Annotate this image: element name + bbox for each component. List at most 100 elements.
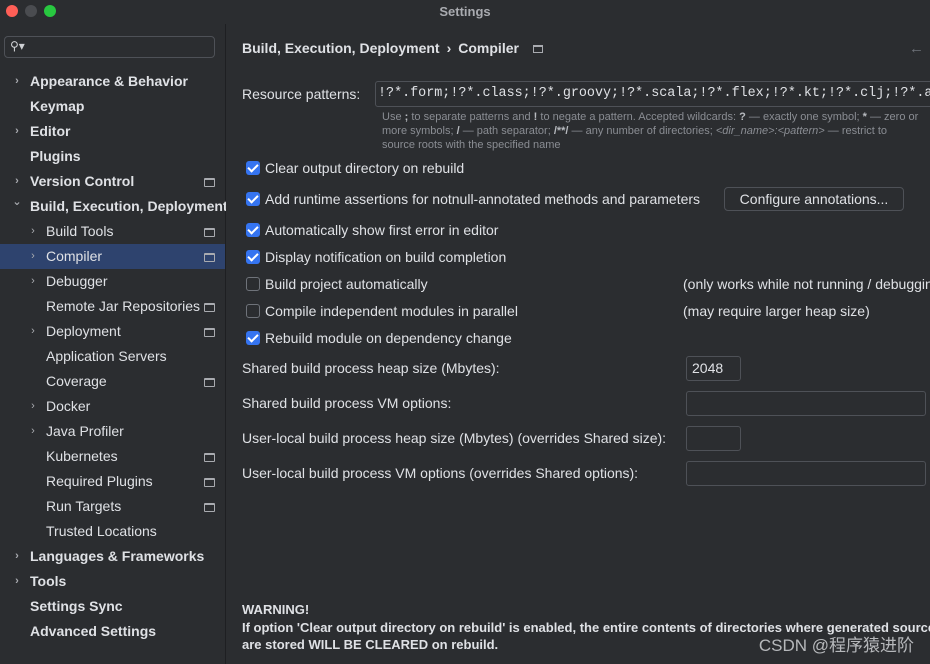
sidebar-item-label: Appearance & Behavior	[30, 73, 188, 89]
sidebar-item-build-tools[interactable]: › Build Tools	[0, 219, 225, 244]
clear-output-checkbox[interactable]	[246, 161, 260, 175]
sidebar-item-java-profiler[interactable]: › Java Profiler	[0, 419, 225, 444]
build-automatically-checkbox[interactable]	[246, 277, 260, 291]
sidebar-item-remote-jar-repositories[interactable]: Remote Jar Repositories	[0, 294, 225, 319]
sidebar-item-required-plugins[interactable]: Required Plugins	[0, 469, 225, 494]
resource-patterns-hint: Use ; to separate patterns and ! to nega…	[382, 111, 919, 151]
sidebar-item-compiler[interactable]: › Compiler	[0, 244, 225, 269]
build-automatically-note: (only works while not running / debuggin…	[683, 276, 930, 292]
chevron-right-icon[interactable]: ›	[27, 319, 39, 344]
project-scope-icon	[204, 378, 215, 387]
sidebar-item-languages-frameworks[interactable]: › Languages & Frameworks	[0, 544, 225, 569]
sidebar-item-run-targets[interactable]: Run Targets	[0, 494, 225, 519]
sidebar-item-label: Version Control	[30, 173, 135, 189]
sidebar-item-label: Docker	[46, 398, 91, 414]
sidebar-item-label: Build, Execution, Deployment	[30, 198, 228, 214]
sidebar-item-docker[interactable]: › Docker	[0, 394, 225, 419]
sidebar-item-label: Kubernetes	[46, 448, 118, 464]
project-scope-icon	[204, 328, 215, 337]
build-automatically-label[interactable]: Build project automatically	[265, 276, 428, 292]
sidebar-item-coverage[interactable]: Coverage	[0, 369, 225, 394]
breadcrumb-current: Compiler	[458, 40, 519, 56]
sidebar-item-editor[interactable]: › Editor	[0, 119, 225, 144]
chevron-right-icon[interactable]: ›	[11, 69, 23, 94]
title-bar: Settings	[0, 0, 930, 24]
compile-parallel-checkbox[interactable]	[246, 304, 260, 318]
sidebar-item-debugger[interactable]: › Debugger	[0, 269, 225, 294]
warning-title: WARNING!	[242, 602, 310, 617]
sidebar-item-appearance-behavior[interactable]: › Appearance & Behavior	[0, 69, 225, 94]
display-notification-checkbox[interactable]	[246, 250, 260, 264]
compile-parallel-label[interactable]: Compile independent modules in parallel	[265, 303, 518, 319]
runtime-assertions-label[interactable]: Add runtime assertions for notnull-annot…	[265, 191, 700, 207]
sidebar-item-label: Required Plugins	[46, 473, 153, 489]
chevron-right-icon[interactable]: ›	[27, 394, 39, 419]
window-title: Settings	[439, 4, 491, 19]
configure-annotations-button[interactable]: Configure annotations...	[724, 187, 904, 211]
settings-search[interactable]: ⚲▾	[4, 36, 215, 58]
runtime-assertions-checkbox[interactable]	[246, 192, 260, 206]
clear-output-label[interactable]: Clear output directory on rebuild	[265, 160, 464, 176]
sidebar-item-deployment[interactable]: › Deployment	[0, 319, 225, 344]
sidebar-item-trusted-locations[interactable]: Trusted Locations	[0, 519, 225, 544]
chevron-right-icon[interactable]: ›	[27, 269, 39, 294]
chevron-right-icon[interactable]: ›	[27, 419, 39, 444]
show-first-error-label[interactable]: Automatically show first error in editor	[265, 222, 498, 238]
sidebar-item-build-execution-deployment[interactable]: ⌄ Build, Execution, Deployment	[0, 194, 228, 219]
resource-patterns-value: !?*.form;!?*.class;!?*.groovy;!?*.scala;…	[378, 86, 930, 101]
project-scope-icon	[204, 478, 215, 487]
sidebar-item-label: Remote Jar Repositories	[46, 298, 201, 314]
chevron-right-icon[interactable]: ›	[11, 119, 23, 144]
sidebar-item-keymap[interactable]: Keymap	[0, 94, 225, 119]
resource-patterns-label: Resource patterns:	[242, 86, 361, 102]
chevron-right-icon[interactable]: ›	[11, 569, 23, 594]
sidebar-item-label: Tools	[30, 573, 67, 589]
sidebar-item-label: Languages & Frameworks	[30, 548, 205, 564]
local-vm-label: User-local build process VM options (ove…	[242, 465, 639, 481]
chevron-right-icon[interactable]: ›	[27, 244, 39, 269]
resource-patterns-input[interactable]: !?*.form;!?*.class;!?*.groovy;!?*.scala;…	[375, 81, 930, 107]
rebuild-module-label[interactable]: Rebuild module on dependency change	[265, 330, 512, 346]
project-scope-icon	[204, 453, 215, 462]
local-vm-input[interactable]	[686, 461, 926, 486]
sidebar-item-label: Deployment	[46, 323, 121, 339]
chevron-down-icon[interactable]: ⌄	[11, 190, 23, 215]
chevron-right-icon[interactable]: ›	[11, 544, 23, 569]
watermark: CSDN @程序猿进阶	[758, 636, 914, 655]
breadcrumb-separator: ›	[446, 40, 452, 56]
project-scope-icon	[204, 503, 215, 512]
shared-vm-input[interactable]	[686, 391, 926, 416]
sidebar-item-plugins[interactable]: Plugins	[0, 144, 225, 169]
shared-heap-label: Shared build process heap size (Mbytes):	[242, 360, 500, 376]
sidebar-item-label: Debugger	[46, 273, 108, 289]
project-scope-icon	[532, 45, 543, 54]
sidebar-item-advanced-settings[interactable]: Advanced Settings	[0, 619, 225, 644]
sidebar-item-label: Advanced Settings	[30, 623, 157, 639]
breadcrumb-parent[interactable]: Build, Execution, Deployment	[242, 40, 440, 56]
sidebar-item-tools[interactable]: › Tools	[0, 569, 225, 594]
back-arrow-icon[interactable]: ←	[909, 40, 924, 57]
project-scope-icon	[204, 228, 215, 237]
project-scope-icon	[204, 253, 215, 262]
local-heap-input[interactable]	[686, 426, 741, 451]
shared-vm-label: Shared build process VM options:	[242, 395, 452, 411]
sidebar-item-label: Run Targets	[46, 498, 122, 514]
chevron-right-icon[interactable]: ›	[27, 219, 39, 244]
compile-parallel-note: (may require larger heap size)	[683, 303, 870, 319]
sidebar-item-application-servers[interactable]: Application Servers	[0, 344, 225, 369]
sidebar-item-label: Build Tools	[46, 223, 114, 239]
shared-heap-input[interactable]: 2048	[686, 356, 741, 381]
rebuild-module-checkbox[interactable]	[246, 331, 260, 345]
sidebar-item-version-control[interactable]: › Version Control	[0, 169, 225, 194]
sidebar-item-label: Editor	[30, 123, 71, 139]
sidebar-item-kubernetes[interactable]: Kubernetes	[0, 444, 225, 469]
show-first-error-checkbox[interactable]	[246, 223, 260, 237]
project-scope-icon	[204, 178, 215, 187]
sidebar-item-label: Application Servers	[46, 348, 167, 364]
sidebar-item-settings-sync[interactable]: Settings Sync	[0, 594, 225, 619]
sidebar-item-label: Coverage	[46, 373, 107, 389]
search-input[interactable]	[31, 38, 215, 58]
display-notification-label[interactable]: Display notification on build completion	[265, 249, 506, 265]
sidebar-item-label: Plugins	[30, 148, 81, 164]
compiler-settings-panel: Build, Execution, Deployment › Compiler ← …	[226, 24, 930, 664]
